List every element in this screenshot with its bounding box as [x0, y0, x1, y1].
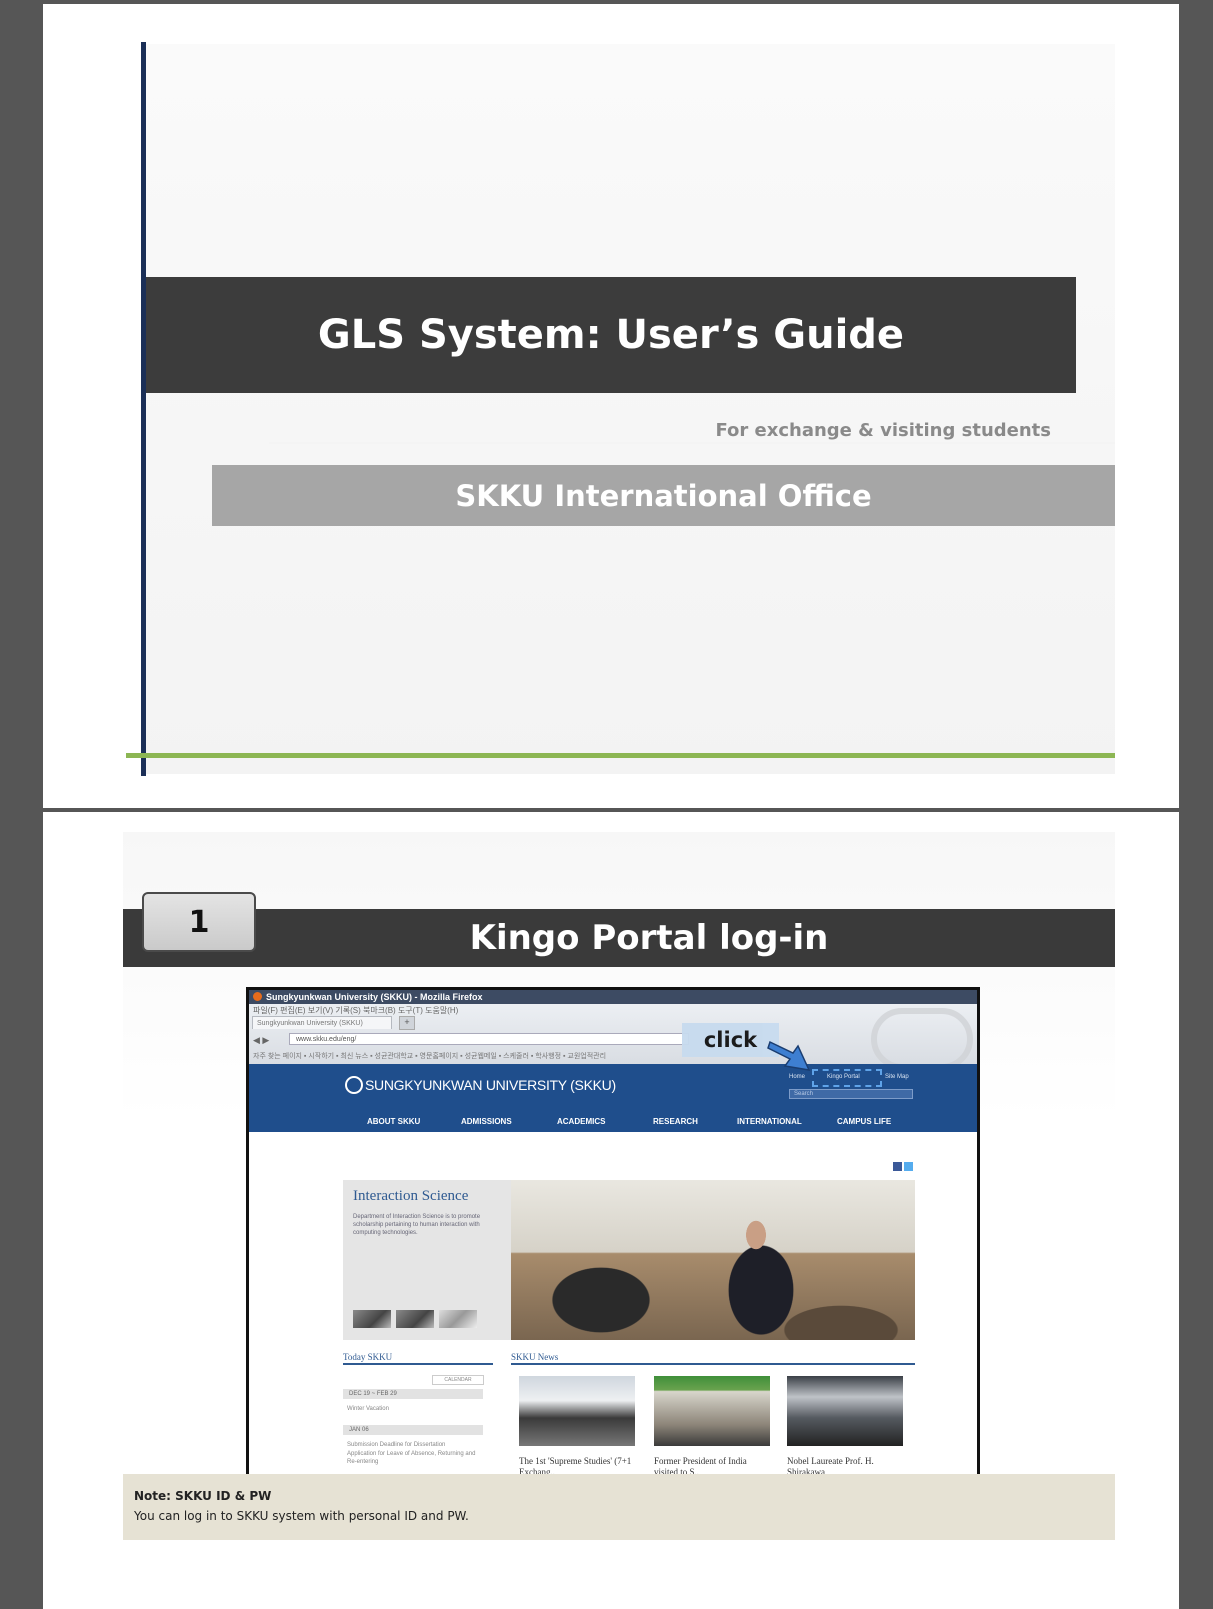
twitter-icon[interactable] [904, 1162, 913, 1171]
home-link[interactable]: Home [789, 1074, 805, 1080]
bookmarks-bar[interactable]: 자주 찾는 페이지 ▪ 시작하기 ▪ 최신 뉴스 ▪ 성균관대학교 ▪ 영문홈페… [253, 1051, 606, 1061]
note-body: You can log in to SKKU system with perso… [134, 1509, 469, 1523]
browser-screenshot: Sungkyunkwan University (SKKU) - Mozilla… [246, 987, 980, 1503]
browser-chrome: 파일(F) 편집(E) 보기(V) 기록(S) 북마크(B) 도구(T) 도움말… [249, 1004, 977, 1070]
nav-about[interactable]: ABOUT SKKU [367, 1117, 420, 1126]
login-slide: Kingo Portal log-in 1 Sungkyunkwan Unive… [43, 812, 1179, 1609]
hero-thumbnail[interactable] [439, 1310, 477, 1328]
hero-title: Interaction Science [353, 1188, 469, 1204]
nav-admissions[interactable]: ADMISSIONS [461, 1117, 512, 1126]
section-divider [511, 1363, 915, 1365]
slide-title: GLS System: User’s Guide [317, 312, 905, 358]
slide-title-bar: GLS System: User’s Guide [146, 277, 1076, 393]
nav-academics[interactable]: ACADEMICS [557, 1117, 605, 1126]
slide-title-bar: Kingo Portal log-in [123, 909, 1115, 967]
news-image[interactable] [654, 1376, 770, 1446]
date-bar: DEC 19 ~ FEB 29 [343, 1389, 483, 1399]
calendar-item[interactable]: Winter Vacation [347, 1405, 483, 1413]
site-search-input[interactable]: Search [789, 1089, 913, 1099]
window-title: Sungkyunkwan University (SKKU) - Mozilla… [266, 992, 483, 1002]
firefox-icon [253, 992, 262, 1001]
site-header: SUNGKYUNKWAN UNIVERSITY (SKKU) Home King… [249, 1064, 977, 1132]
facebook-icon[interactable] [893, 1162, 902, 1171]
hero-banner[interactable]: Interaction Science Department of Intera… [343, 1180, 915, 1340]
subtitle-divider [269, 442, 1115, 444]
skku-logo-icon [345, 1076, 363, 1094]
nav-campus-life[interactable]: CAMPUS LIFE [837, 1117, 891, 1126]
slide-subtitle: For exchange & visiting students [715, 420, 1051, 441]
news-image[interactable] [519, 1376, 635, 1446]
hero-text-panel: Interaction Science Department of Intera… [343, 1180, 511, 1340]
address-bar[interactable]: www.skku.edu/eng/ [289, 1033, 689, 1045]
back-forward-icon[interactable]: ◀ ▶ [253, 1035, 269, 1046]
title-slide: GLS System: User’s Guide For exchange & … [43, 4, 1179, 808]
university-name: SUNGKYUNKWAN UNIVERSITY (SKKU) [365, 1077, 616, 1093]
kingo-portal-highlight [812, 1069, 882, 1087]
calendar-item[interactable]: Application for Leave of Absence, Return… [347, 1450, 483, 1466]
skku-news-heading: SKKU News [511, 1352, 559, 1362]
hero-thumbnail[interactable] [396, 1310, 434, 1328]
note-title: Note: SKKU ID & PW [134, 1489, 272, 1503]
step-number-badge: 1 [142, 892, 256, 952]
browser-tab[interactable]: Sungkyunkwan University (SKKU) [252, 1016, 392, 1029]
menu-bar[interactable]: 파일(F) 편집(E) 보기(V) 기록(S) 북마크(B) 도구(T) 도움말… [253, 1005, 458, 1016]
university-logo[interactable]: SUNGKYUNKWAN UNIVERSITY (SKKU) [345, 1076, 616, 1094]
hero-thumbnail[interactable] [353, 1310, 391, 1328]
new-tab-icon[interactable]: + [399, 1016, 415, 1030]
date-bar: JAN 06 [343, 1425, 483, 1435]
slide-background [142, 44, 1115, 774]
site-map-link[interactable]: Site Map [885, 1074, 909, 1080]
nav-international[interactable]: INTERNATIONAL [737, 1117, 802, 1126]
office-bar: SKKU International Office [212, 465, 1115, 526]
hero-photo [511, 1180, 915, 1340]
theme-decoration [871, 1008, 973, 1070]
click-callout: click [682, 1023, 779, 1057]
hero-description: Department of Interaction Science is to … [353, 1214, 481, 1236]
arrow-icon [767, 1040, 811, 1071]
slide-title: Kingo Portal log-in [469, 918, 829, 958]
nav-research[interactable]: RESEARCH [653, 1117, 698, 1126]
section-divider [343, 1363, 493, 1365]
office-label: SKKU International Office [455, 478, 872, 513]
news-image[interactable] [787, 1376, 903, 1446]
accent-green-line [126, 753, 1115, 758]
accent-vertical-bar [141, 42, 146, 776]
calendar-item[interactable]: Submission Deadline for Dissertation [347, 1441, 483, 1449]
today-skku-heading: Today SKKU [343, 1352, 393, 1362]
window-titlebar: Sungkyunkwan University (SKKU) - Mozilla… [249, 990, 977, 1004]
note-box: Note: SKKU ID & PW You can log in to SKK… [123, 1474, 1115, 1540]
calendar-button[interactable]: CALENDAR [432, 1375, 484, 1385]
